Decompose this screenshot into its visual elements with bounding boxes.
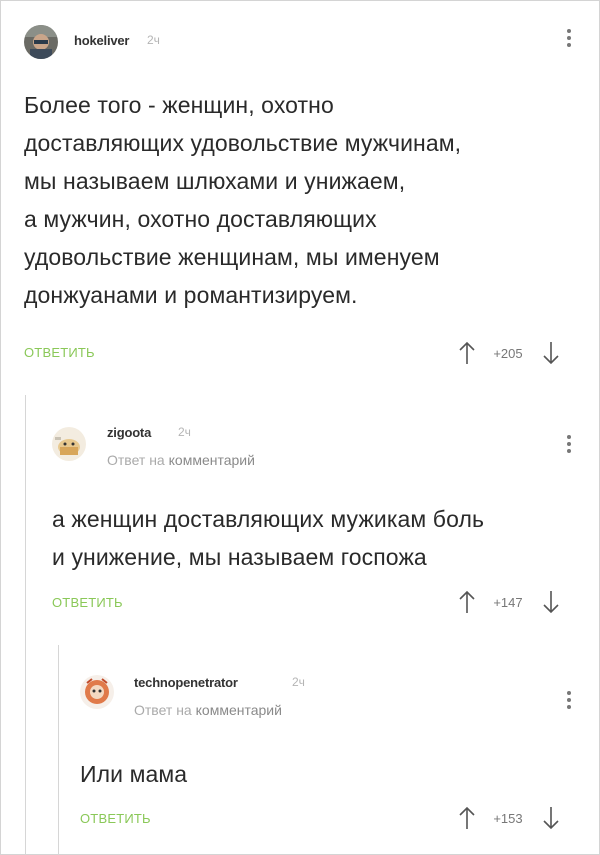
comment-line: а мужчин, охотно доставляющих <box>24 206 377 232</box>
arrow-up-icon[interactable] <box>458 805 476 831</box>
vote-score: +153 <box>493 810 523 826</box>
more-vertical-icon[interactable] <box>564 26 574 54</box>
comment-line: а женщин доставляющих мужикам боль <box>52 506 485 532</box>
reply-button[interactable]: ОТВЕТИТЬ <box>80 811 151 826</box>
vote-controls: +205 <box>458 340 560 366</box>
reply-to-prefix: Ответ на <box>134 702 192 718</box>
comment-line: донжуанами и романтизируем. <box>24 282 358 308</box>
vote-score: +205 <box>493 345 523 361</box>
vote-controls: +147 <box>458 589 560 615</box>
reply-to-info: Ответ на комментарий <box>107 452 255 468</box>
arrow-down-icon[interactable] <box>542 805 560 831</box>
comment-text: Или мама <box>80 755 187 793</box>
comment-line: мы называем шлюхами и унижаем, <box>24 168 406 194</box>
reply-button[interactable]: ОТВЕТИТЬ <box>52 595 123 610</box>
comment-line: удовольствие женщинам, мы именуем <box>24 244 440 270</box>
avatar[interactable] <box>80 675 114 709</box>
reply-to-link[interactable]: комментарий <box>169 452 255 468</box>
username[interactable]: hokeliver <box>74 33 129 48</box>
comment: hokeliver 2ч Более того - женщин, охотно… <box>0 0 600 380</box>
comment-line: Более того - женщин, охотно <box>24 92 334 118</box>
comment-line: доставляющих удовольствие мужчинам, <box>24 130 462 156</box>
reply-to-info: Ответ на комментарий <box>134 702 282 718</box>
comment-text: а женщин доставляющих мужикам боль и уни… <box>52 500 484 576</box>
comment-text: Более того - женщин, охотно доставляющих… <box>24 86 461 314</box>
timestamp: 2ч <box>147 33 160 47</box>
arrow-down-icon[interactable] <box>542 589 560 615</box>
comment-line: и унижение, мы называем госпожа <box>52 544 427 570</box>
arrow-up-icon[interactable] <box>458 340 476 366</box>
reply-button[interactable]: ОТВЕТИТЬ <box>24 345 95 360</box>
comment-line: Или мама <box>80 761 188 787</box>
reply-to-prefix: Ответ на <box>107 452 165 468</box>
timestamp: 2ч <box>292 675 305 689</box>
username[interactable]: zigoota <box>107 425 151 440</box>
vote-score: +147 <box>493 594 523 610</box>
avatar[interactable] <box>52 427 86 461</box>
comment: technopenetrator 2ч Ответ на комментарий… <box>58 645 600 855</box>
vote-controls: +153 <box>458 805 560 831</box>
more-vertical-icon[interactable] <box>564 688 574 716</box>
more-vertical-icon[interactable] <box>564 432 574 460</box>
reply-to-link[interactable]: комментарий <box>196 702 282 718</box>
arrow-up-icon[interactable] <box>458 589 476 615</box>
timestamp: 2ч <box>178 425 191 439</box>
avatar[interactable] <box>24 25 58 59</box>
arrow-down-icon[interactable] <box>542 340 560 366</box>
comment: zigoota 2ч Ответ на комментарий а женщин… <box>25 395 600 625</box>
username[interactable]: technopenetrator <box>134 675 238 690</box>
